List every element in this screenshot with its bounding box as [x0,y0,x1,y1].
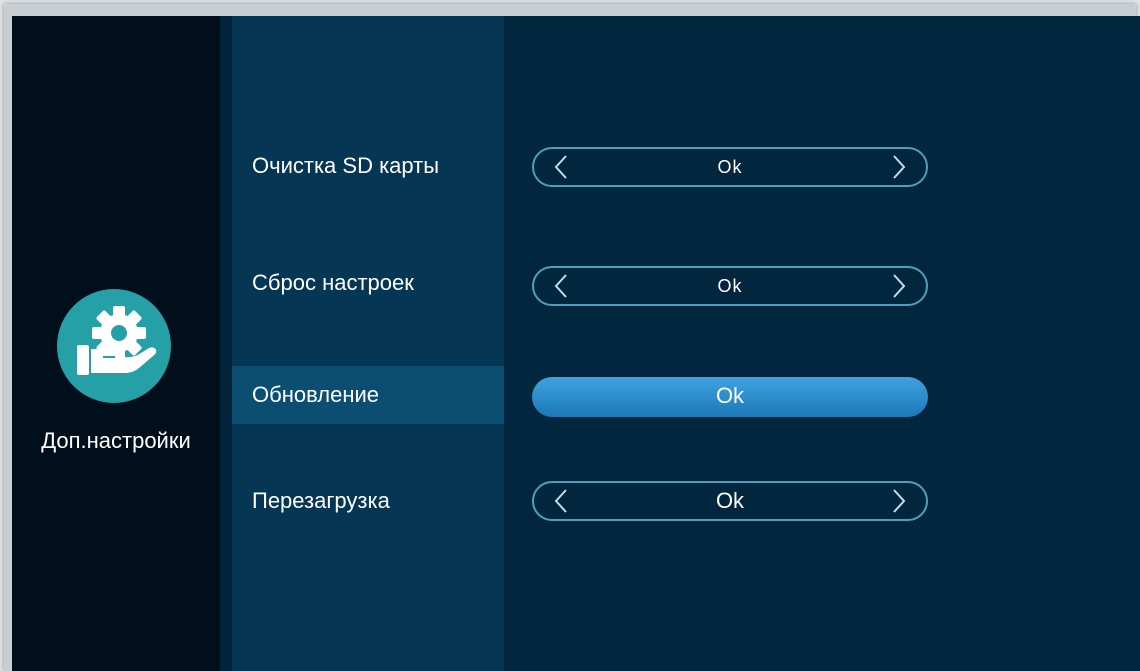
chevron-right-icon[interactable] [884,272,912,300]
menu-item-sd-clear[interactable]: Очистка SD карты [232,137,504,195]
menu-item-factory-reset[interactable]: Сброс настроек [232,254,504,312]
reboot-selector[interactable]: Ok [532,481,928,521]
sd-clear-selector[interactable]: Ok [532,147,928,187]
menu-item-reboot[interactable]: Перезагрузка [232,472,504,530]
category-label: Доп.настройки [41,428,191,453]
factory-reset-selector[interactable]: Ok [532,266,928,306]
settings-screen: Доп.настройки Очистка SD карты Сброс нас… [12,16,1140,671]
category-sidebar: Доп.настройки [12,16,220,671]
factory-reset-value: Ok [717,276,743,296]
sd-clear-value: Ok [717,157,743,177]
reboot-value: Ok [715,488,745,513]
column-divider [220,16,232,671]
settings-menu: Очистка SD карты Сброс настроек Обновлен… [232,16,504,671]
chevron-right-icon[interactable] [884,487,912,515]
update-ok-button[interactable]: Ok [532,377,928,417]
settings-hand-gear-icon[interactable] [57,289,171,403]
update-value: Ok [715,383,745,408]
menu-item-update[interactable]: Обновление [232,366,504,424]
chevron-right-icon[interactable] [884,153,912,181]
